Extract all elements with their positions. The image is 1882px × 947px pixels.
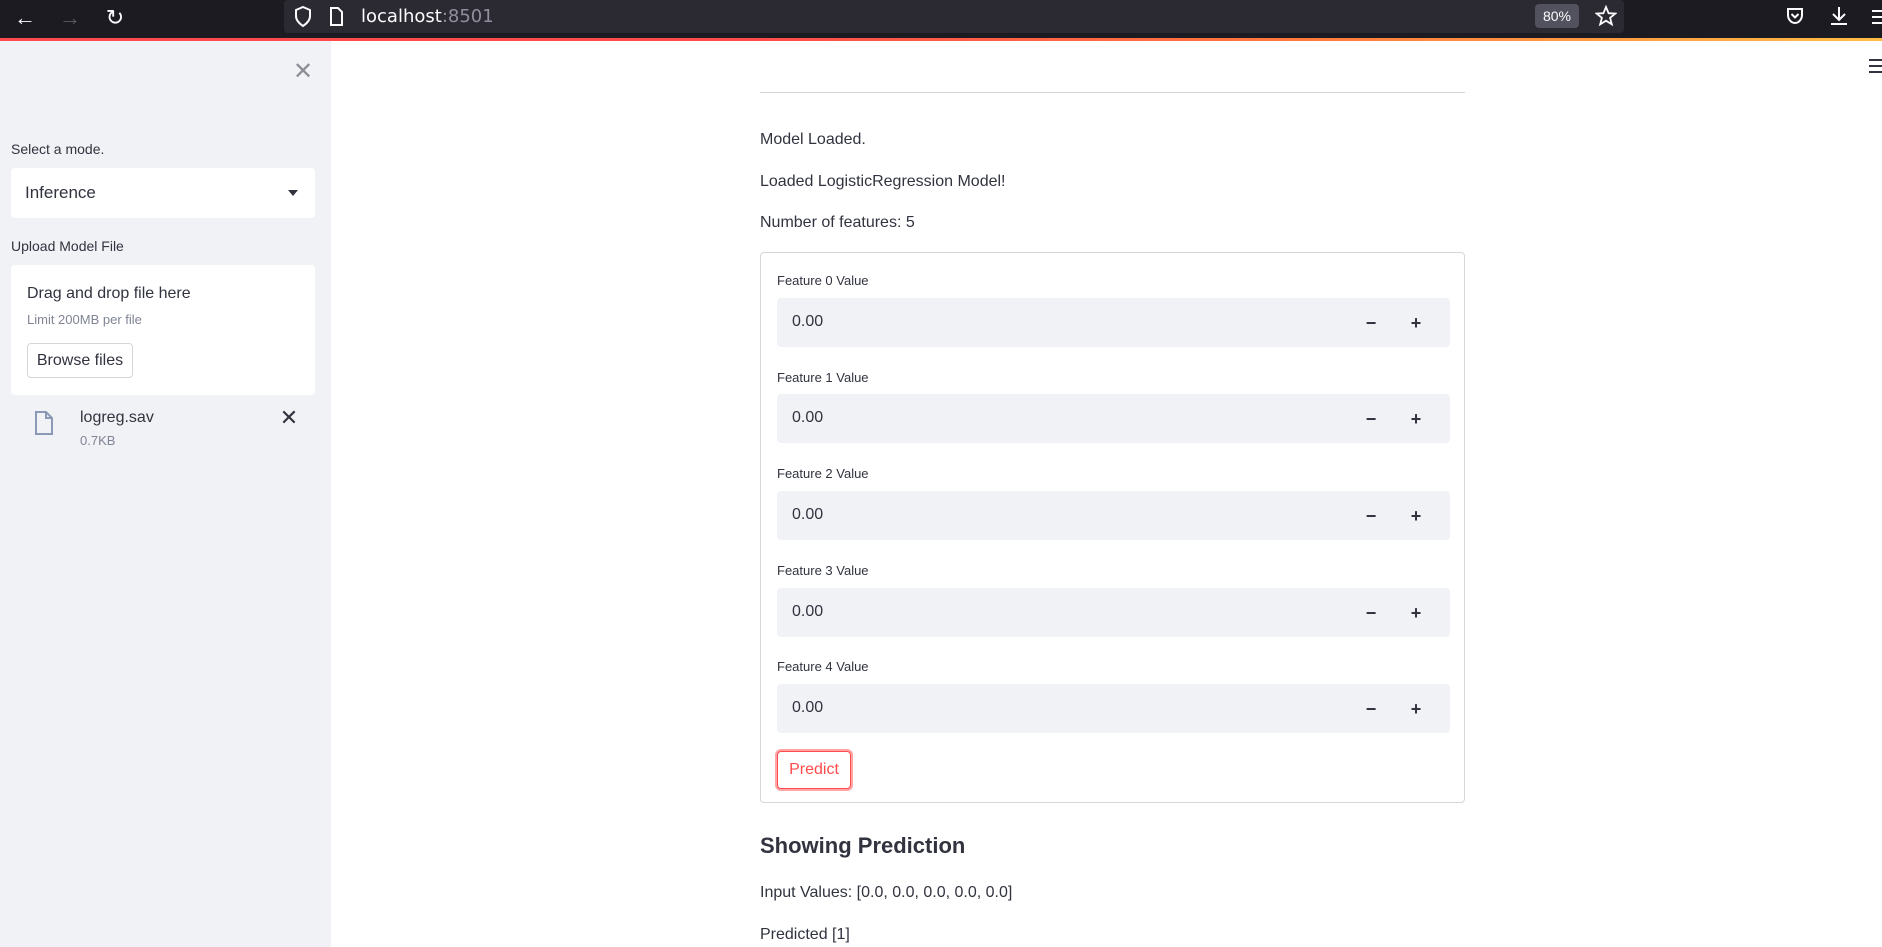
browse-files-button[interactable]: Browse files [27, 343, 133, 378]
zoom-level[interactable]: 80% [1535, 4, 1579, 28]
file-name: logreg.sav [80, 409, 154, 426]
chevron-down-icon [288, 190, 298, 196]
divider [760, 92, 1465, 93]
feature-1-value: 0.00 [792, 409, 824, 426]
predict-button[interactable]: Predict [777, 751, 851, 789]
overflow-menu-icon[interactable] [1872, 10, 1882, 24]
feature-2-label: Feature 2 Value [777, 466, 869, 481]
bookmark-star-icon[interactable] [1595, 5, 1617, 27]
back-arrow-icon[interactable]: ← [10, 3, 40, 33]
feature-2-value: 0.00 [792, 506, 824, 523]
prediction-form: Feature 0 Value 0.00 − + Feature 1 Value… [760, 252, 1465, 803]
decrement-button[interactable]: − [1358, 406, 1384, 432]
increment-button[interactable]: + [1403, 406, 1429, 432]
mode-select-label: Select a mode. [11, 141, 105, 157]
feature-0-input[interactable]: 0.00 − + [777, 298, 1450, 347]
browser-toolbar: ← → ↻ localhost:8501 80% [0, 0, 1882, 40]
feature-1-input[interactable]: 0.00 − + [777, 394, 1450, 443]
increment-button[interactable]: + [1403, 600, 1429, 626]
close-sidebar-icon[interactable]: ✕ [290, 58, 316, 85]
input-values-text: Input Values: [0.0, 0.0, 0.0, 0.0, 0.0] [760, 884, 1013, 901]
status-model-loaded: Model Loaded. [760, 131, 866, 148]
main-menu-icon[interactable] [1869, 59, 1882, 73]
feature-2-input[interactable]: 0.00 − + [777, 491, 1450, 540]
dropzone-title: Drag and drop file here [27, 285, 191, 302]
feature-3-label: Feature 3 Value [777, 563, 869, 578]
address-bar[interactable]: localhost:8501 80% [284, 0, 1624, 33]
file-icon [35, 411, 53, 435]
feature-3-value: 0.00 [792, 603, 824, 620]
forward-arrow-icon[interactable]: → [55, 3, 85, 33]
increment-button[interactable]: + [1403, 310, 1429, 336]
reload-icon[interactable]: ↻ [100, 3, 130, 33]
feature-1-label: Feature 1 Value [777, 370, 869, 385]
decrement-button[interactable]: − [1358, 310, 1384, 336]
sidebar: ✕ Select a mode. Inference Upload Model … [0, 41, 331, 947]
file-size: 0.7KB [80, 433, 116, 448]
feature-0-label: Feature 0 Value [777, 273, 869, 288]
pocket-icon[interactable] [1786, 7, 1804, 25]
predicted-text: Predicted [1] [760, 926, 850, 943]
feature-4-input[interactable]: 0.00 − + [777, 684, 1450, 733]
file-dropzone[interactable]: Drag and drop file here Limit 200MB per … [11, 265, 315, 395]
feature-0-value: 0.00 [792, 313, 824, 330]
dropzone-limit: Limit 200MB per file [27, 312, 142, 327]
feature-count: Number of features: 5 [760, 214, 915, 231]
feature-4-label: Feature 4 Value [777, 659, 869, 674]
mode-select[interactable]: Inference [11, 168, 315, 218]
prediction-heading: Showing Prediction [760, 833, 966, 858]
feature-4-value: 0.00 [792, 699, 824, 716]
download-icon[interactable] [1829, 5, 1849, 27]
shield-icon[interactable] [294, 6, 312, 27]
uploaded-file: logreg.sav 0.7KB ✕ [11, 403, 315, 453]
mode-select-value: Inference [25, 183, 96, 202]
url-host: localhost [361, 6, 442, 27]
increment-button[interactable]: + [1403, 503, 1429, 529]
feature-3-input[interactable]: 0.00 − + [777, 588, 1450, 637]
decrement-button[interactable]: − [1358, 696, 1384, 722]
decrement-button[interactable]: − [1358, 503, 1384, 529]
page-info-icon[interactable] [329, 7, 344, 26]
decrement-button[interactable]: − [1358, 600, 1384, 626]
increment-button[interactable]: + [1403, 696, 1429, 722]
url-port: :8501 [441, 6, 494, 27]
remove-file-icon[interactable]: ✕ [278, 405, 300, 430]
upload-label: Upload Model File [11, 238, 124, 254]
status-model-type: Loaded LogisticRegression Model! [760, 173, 1006, 190]
url-text[interactable]: localhost:8501 [361, 6, 494, 27]
